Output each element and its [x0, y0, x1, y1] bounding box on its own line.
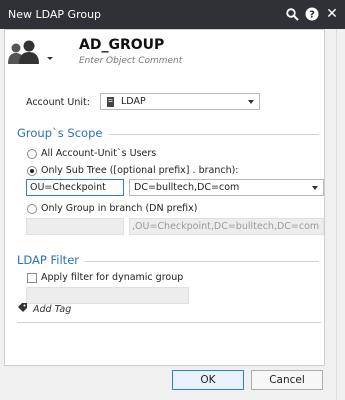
footer-divider — [17, 322, 321, 323]
filter-input — [26, 287, 189, 304]
radio-group-in-branch-label[interactable]: Only Group in branch (DN prefix) — [41, 203, 197, 214]
dynamic-filter-checkbox[interactable] — [27, 273, 37, 283]
window-title: New LDAP Group — [8, 8, 102, 21]
account-unit-label: Account Unit: — [26, 97, 90, 108]
branch-dropdown[interactable]: DC=bulltech,DC=com — [129, 179, 324, 196]
radio-sub-tree[interactable] — [27, 166, 37, 176]
group-scope-heading: Group`s Scope — [17, 126, 103, 140]
ok-button[interactable]: OK — [172, 370, 244, 390]
dn-suffix-field: ,OU=Checkpoint,DC=bulltech,DC=com — [129, 218, 324, 235]
radio-sub-tree-label[interactable]: Only Sub Tree ([optional prefix] . branc… — [41, 165, 239, 176]
section-divider — [85, 261, 319, 262]
add-tag-link[interactable]: Add Tag — [18, 303, 71, 315]
server-icon — [106, 97, 115, 110]
account-unit-dropdown[interactable]: LDAP — [100, 93, 260, 110]
object-comment-field[interactable]: Enter Object Comment — [79, 56, 182, 66]
account-unit-value: LDAP — [121, 96, 146, 107]
title-bar: New LDAP Group ? ✕ — [0, 0, 345, 29]
radio-all-users[interactable] — [27, 149, 37, 159]
window-scrollbar[interactable] — [336, 29, 345, 400]
object-name[interactable]: AD_GROUP — [79, 37, 164, 53]
add-tag-label: Add Tag — [33, 303, 72, 315]
dn-prefix-input — [26, 218, 124, 235]
chevron-down-icon — [248, 100, 254, 104]
radio-group-in-branch[interactable] — [27, 204, 37, 214]
branch-value: DC=bulltech,DC=com — [134, 182, 240, 193]
cancel-button[interactable]: Cancel — [251, 370, 323, 390]
ldap-filter-heading: LDAP Filter — [17, 253, 79, 267]
prefix-input[interactable]: OU=Checkpoint — [26, 179, 124, 196]
section-divider — [109, 134, 319, 135]
radio-all-users-label[interactable]: All Account-Unit`s Users — [41, 148, 156, 159]
help-icon[interactable]: ? — [304, 6, 320, 22]
dynamic-filter-label[interactable]: Apply filter for dynamic group — [41, 272, 183, 283]
svg-text:?: ? — [309, 10, 315, 21]
search-icon[interactable] — [284, 6, 300, 22]
group-icon[interactable] — [7, 38, 55, 72]
chevron-down-icon — [312, 186, 318, 190]
dialog-content: AD_GROUP Enter Object Comment Account Un… — [4, 29, 325, 366]
close-icon[interactable]: ✕ — [324, 6, 340, 22]
tag-icon — [18, 303, 27, 315]
